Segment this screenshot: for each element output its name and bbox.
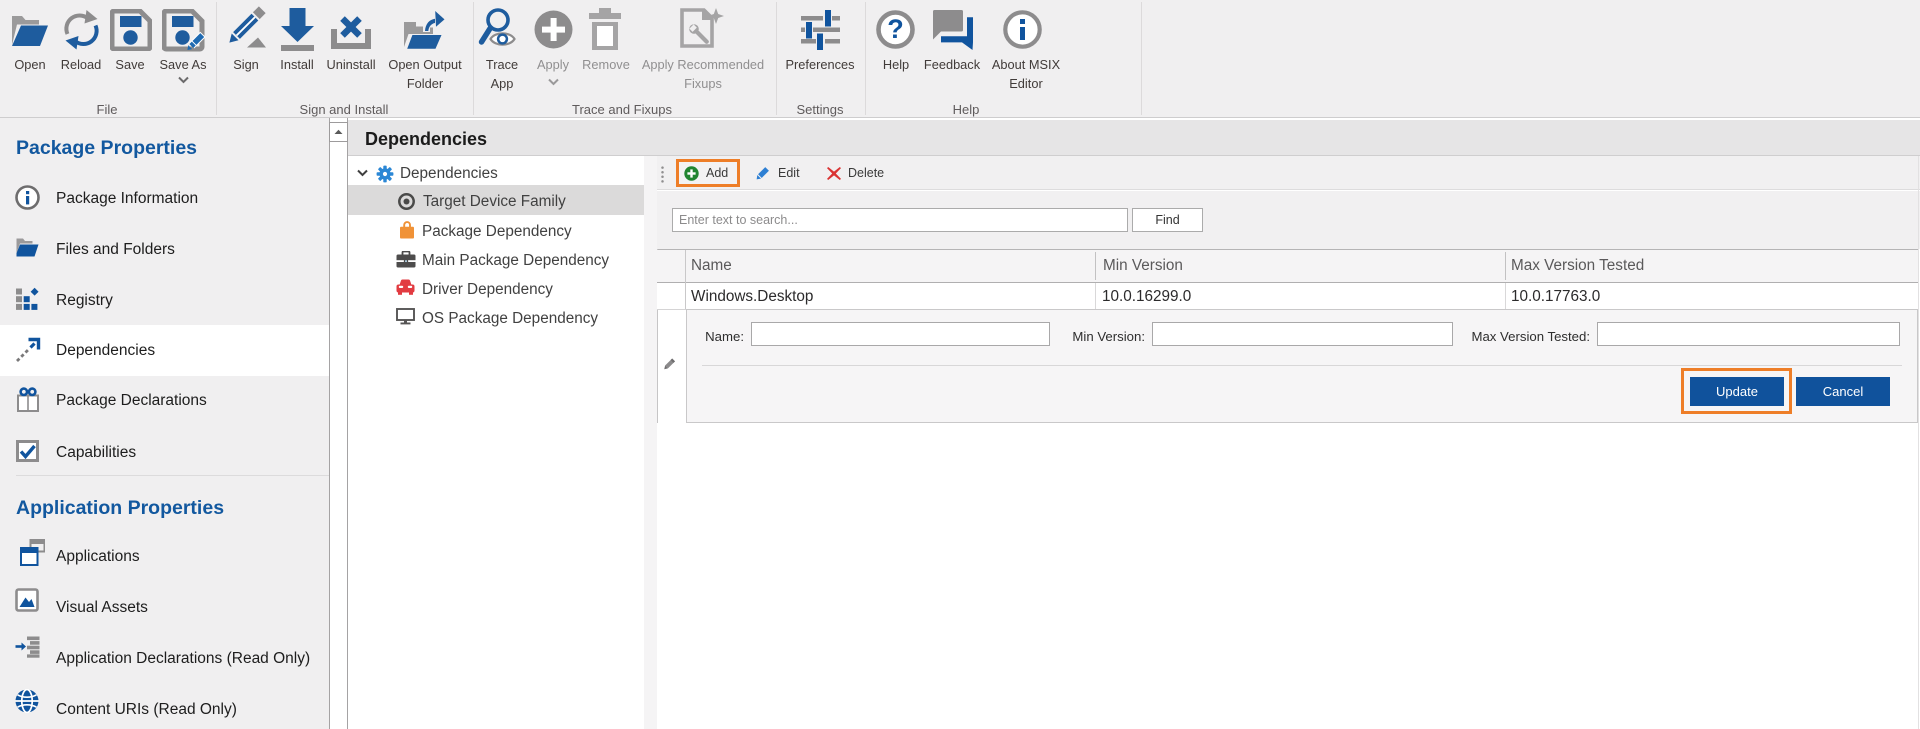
- svg-text:?: ?: [887, 14, 904, 44]
